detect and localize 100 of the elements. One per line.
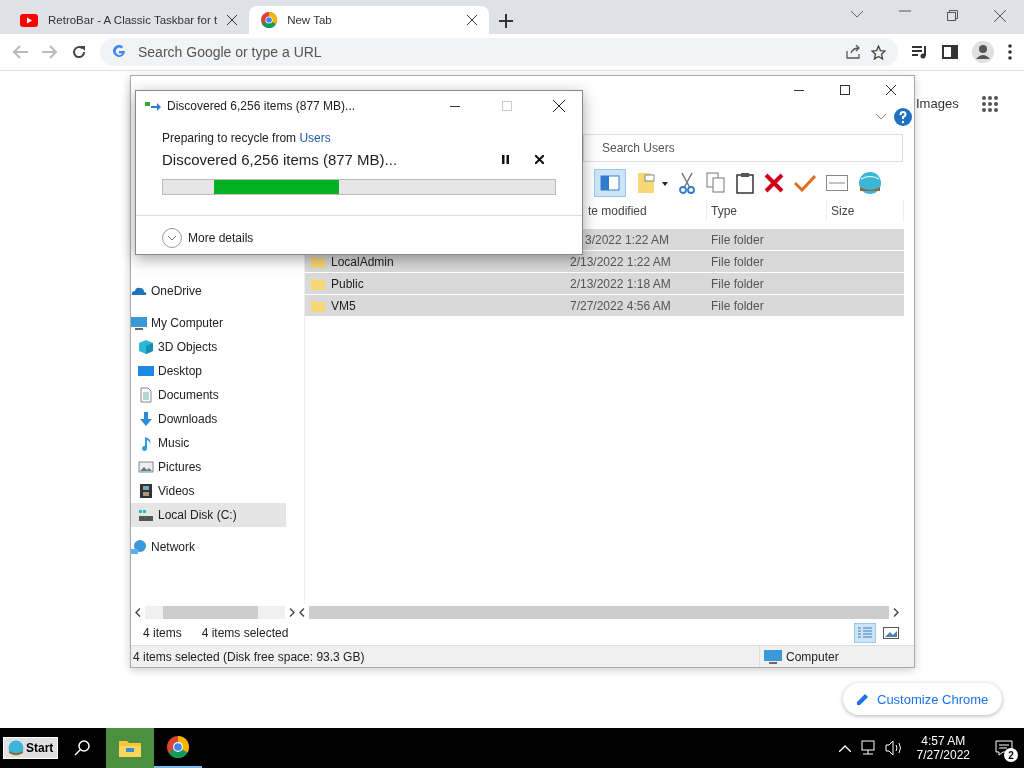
- network-icon: [131, 539, 147, 555]
- minimize-icon: [794, 89, 804, 91]
- new-tab-icon[interactable]: [499, 14, 514, 28]
- checkmark-icon[interactable]: [794, 174, 816, 192]
- chevron-circle-icon: [162, 228, 182, 248]
- images-link[interactable]: Images: [916, 96, 959, 111]
- nav-item[interactable]: Downloads: [131, 407, 286, 431]
- selection-count: 4 items selected: [201, 626, 289, 640]
- nav-item[interactable]: Videos: [131, 479, 286, 503]
- file-row[interactable]: Public 2/13/2022 1:18 AM File folder: [305, 273, 904, 295]
- globe-icon[interactable]: [858, 171, 882, 195]
- date-cell-text: 7/27/2022 4:56 AM: [570, 298, 672, 313]
- nav-item[interactable]: Documents: [131, 383, 286, 407]
- cut-icon[interactable]: [678, 172, 696, 194]
- close-icon: [227, 15, 238, 25]
- star-icon[interactable]: [871, 44, 886, 60]
- maximize-icon: [840, 85, 850, 95]
- dialog-title: Discovered 6,256 items (877 MB)...: [167, 99, 357, 113]
- scrollbar-thumb[interactable]: [163, 606, 258, 619]
- search-icon: [74, 740, 91, 756]
- computer-icon: [764, 649, 782, 664]
- minimize-icon: [450, 105, 460, 107]
- progress-message: Preparing to recycle from Users: [162, 131, 332, 145]
- avatar-icon[interactable]: [972, 41, 994, 63]
- browser-tab[interactable]: RetroBar - A Classic Taskbar for t: [8, 6, 250, 34]
- nav-item[interactable]: Music: [131, 431, 286, 455]
- notifications-button[interactable]: 2: [984, 728, 1024, 768]
- type-cell-text: File folder: [710, 232, 765, 247]
- scrollbar-thumb[interactable]: [309, 606, 889, 619]
- computer-icon: [131, 315, 147, 331]
- apps-grid-icon[interactable]: [982, 96, 998, 112]
- folder-link[interactable]: Users: [299, 131, 331, 145]
- google-icon: [112, 45, 126, 59]
- chevron-up-icon[interactable]: [838, 744, 851, 752]
- nav-item[interactable]: 3D Objects: [131, 335, 286, 359]
- folder-icon: [311, 277, 325, 290]
- location-text: Computer: [786, 649, 839, 664]
- chevron-left-icon: [299, 608, 305, 617]
- nav-item[interactable]: Pictures: [131, 455, 286, 479]
- copy-icon[interactable]: [706, 172, 726, 194]
- date-cell-text: 3/2022 1:22 AM: [584, 232, 671, 247]
- file-name: Public: [331, 276, 364, 291]
- close-icon: [886, 85, 896, 95]
- close-icon[interactable]: [994, 10, 1006, 22]
- scroll-left-button[interactable]: [299, 608, 305, 617]
- browser-tab[interactable]: New Tab: [249, 6, 490, 34]
- nav-item[interactable]: My Computer: [131, 311, 286, 335]
- nav-item[interactable]: Network: [131, 535, 286, 559]
- type-cell-text: File folder: [710, 254, 765, 269]
- search-field[interactable]: Search Users: [583, 134, 903, 162]
- close-icon: [534, 154, 544, 164]
- file-name: LocalAdmin: [331, 254, 394, 269]
- side-panel-icon[interactable]: [942, 45, 958, 59]
- address-bar[interactable]: Search Google or type a URL: [100, 38, 898, 66]
- scroll-left-button[interactable]: [135, 608, 141, 617]
- nav-item[interactable]: OneDrive: [131, 279, 286, 303]
- chevron-right-icon: [289, 608, 295, 617]
- chevron-down-icon[interactable]: [851, 10, 863, 18]
- cube-icon: [138, 339, 154, 355]
- preview-view-icon: [883, 627, 899, 639]
- details-view-icon: [857, 627, 873, 639]
- chevron-left-icon: [135, 608, 141, 617]
- menu-icon[interactable]: [1008, 44, 1012, 60]
- properties-icon[interactable]: [826, 175, 848, 191]
- delete-icon[interactable]: [764, 173, 784, 193]
- type-cell-text: File folder: [710, 276, 765, 291]
- paste-icon[interactable]: [736, 172, 754, 194]
- media-icon[interactable]: [912, 45, 928, 59]
- item-count: 4 items: [143, 626, 182, 640]
- scroll-right-button[interactable]: [289, 608, 295, 617]
- network-icon[interactable]: [858, 740, 877, 756]
- date-cell-text: 2/13/2022 1:18 AM: [570, 276, 672, 291]
- start-button[interactable]: Start: [3, 737, 59, 759]
- share-icon[interactable]: [845, 45, 861, 59]
- column-header[interactable]: Type: [707, 200, 827, 222]
- browser-icon: [261, 12, 278, 28]
- folder-icon: [311, 299, 325, 312]
- nav-item[interactable]: Local Disk (C:): [131, 503, 286, 527]
- date-cell-text: 2/13/2022 1:22 AM: [570, 254, 672, 269]
- help-icon[interactable]: [894, 108, 912, 126]
- chevron-down-icon[interactable]: [876, 114, 886, 120]
- file-row[interactable]: LocalAdmin 2/13/2022 1:22 AM File folder: [305, 251, 904, 273]
- customize-chrome-button[interactable]: Customize Chrome: [843, 683, 1003, 715]
- clock[interactable]: 4:57 AM 7/27/2022: [916, 734, 970, 762]
- maximize-icon: [502, 101, 512, 111]
- progress-status: Discovered 6,256 items (877 MB)...: [162, 150, 399, 168]
- file-row[interactable]: VM5 7/27/2022 4:56 AM File folder: [305, 295, 904, 317]
- video-icon: [138, 483, 154, 499]
- restore-icon[interactable]: [947, 10, 958, 21]
- reload-icon[interactable]: [72, 45, 86, 59]
- status-text: 4 items selected (Disk free space: 93.3 GB): [133, 649, 365, 664]
- move-icon: [145, 101, 161, 111]
- column-header[interactable]: Size: [827, 200, 904, 222]
- file-name: VM5: [331, 298, 356, 313]
- layout-pane-icon[interactable]: [594, 169, 626, 197]
- volume-icon[interactable]: [884, 740, 903, 756]
- scroll-right-button[interactable]: [893, 608, 899, 617]
- nav-item[interactable]: Desktop: [131, 359, 286, 383]
- folder-icon: [119, 739, 142, 757]
- drive-icon: [138, 507, 154, 523]
